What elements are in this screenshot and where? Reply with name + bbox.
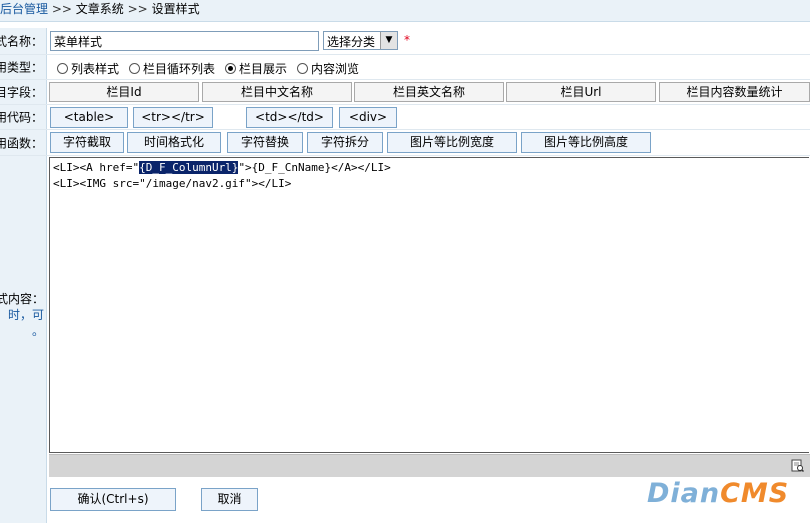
editor-status-bar bbox=[49, 454, 810, 477]
style-type-label-cell: 用类型： bbox=[0, 55, 47, 79]
func-replace-button[interactable]: 字符替换 bbox=[227, 132, 303, 153]
radio-circle-icon[interactable] bbox=[129, 63, 140, 74]
fields-label: 目字段： bbox=[0, 85, 43, 100]
func-time-format-button[interactable]: 时间格式化 bbox=[127, 132, 221, 153]
style-name-label-cell: 式名称： bbox=[0, 28, 47, 54]
content-hint-line2: 。 bbox=[31, 324, 44, 338]
code-line-2: <LI><IMG src="/image/nav2.gif"></LI> bbox=[53, 177, 292, 190]
content-label: 式内容： bbox=[0, 292, 44, 306]
field-column-en-name-button[interactable]: 栏目英文名称 bbox=[354, 82, 504, 102]
breadcrumb-separator: >> bbox=[51, 2, 72, 16]
style-type-row: 用类型： 列表样式 栏目循环列表 栏目展示 内容浏览 bbox=[0, 55, 810, 79]
radio-label: 栏目循环列表 bbox=[143, 62, 216, 76]
content-label-cell: 式内容： 时，可 。 bbox=[0, 156, 47, 479]
selected-text: {D_F_ColumnUrl} bbox=[139, 161, 239, 174]
radio-label: 内容浏览 bbox=[311, 62, 360, 76]
style-name-row: 式名称： 选择分类 ▼ * bbox=[0, 28, 810, 54]
fields-content: 栏目Id 栏目中文名称 栏目英文名称 栏目Url 栏目内容数量统计 bbox=[47, 80, 810, 104]
content-editor-cell: <LI><A href="{D_F_ColumnUrl}">{D_F_CnNam… bbox=[47, 156, 810, 479]
logo-part2: CMS bbox=[720, 478, 790, 509]
resize-icon[interactable] bbox=[791, 459, 804, 472]
chevron-down-icon[interactable]: ▼ bbox=[380, 32, 397, 49]
style-type-label: 用类型： bbox=[0, 60, 43, 75]
func-substring-button[interactable]: 字符截取 bbox=[50, 132, 124, 153]
breadcrumb-home[interactable]: 后台管理 bbox=[0, 2, 48, 16]
fields-label-cell: 目字段： bbox=[0, 80, 47, 104]
style-name-label: 式名称： bbox=[0, 34, 43, 49]
code-line-1: <LI><A href="{D_F_ColumnUrl}">{D_F_CnNam… bbox=[53, 161, 391, 174]
diancms-logo: DianCMS bbox=[647, 478, 789, 509]
style-type-content: 列表样式 栏目循环列表 栏目展示 内容浏览 bbox=[47, 55, 810, 79]
radio-column-loop-list[interactable]: 栏目循环列表 bbox=[129, 60, 215, 77]
radio-circle-icon[interactable] bbox=[297, 63, 308, 74]
breadcrumb: 后台管理 >> 文章系统 >> 设置样式 bbox=[0, 0, 810, 22]
breadcrumb-separator: >> bbox=[127, 2, 148, 16]
submit-button[interactable]: 确认(Ctrl+s) bbox=[50, 488, 176, 511]
code-text: <LI><A href=" bbox=[53, 161, 140, 174]
field-column-id-button[interactable]: 栏目Id bbox=[49, 82, 199, 102]
style-name-input[interactable] bbox=[50, 31, 319, 51]
insert-div-button[interactable]: <div> bbox=[339, 107, 397, 128]
insert-table-button[interactable]: <table> bbox=[50, 107, 128, 128]
category-select[interactable]: 选择分类 ▼ bbox=[323, 31, 398, 50]
breadcrumb-current-page: 设置样式 bbox=[151, 2, 200, 16]
radio-column-display[interactable]: 栏目展示 bbox=[225, 60, 287, 77]
fields-row: 目字段： 栏目Id 栏目中文名称 栏目英文名称 栏目Url 栏目内容数量统计 bbox=[0, 80, 810, 104]
content-label-block: 式内容： 时，可 。 bbox=[0, 291, 44, 339]
code-content: <table> <tr></tr> <td></td> <div> bbox=[47, 105, 810, 129]
code-label-cell: 用代码： bbox=[0, 105, 47, 129]
actions-label-cell bbox=[0, 479, 47, 523]
func-split-button[interactable]: 字符拆分 bbox=[307, 132, 383, 153]
code-text: ">{D_F_CnName}</A></LI> bbox=[238, 161, 391, 174]
radio-content-browse[interactable]: 内容浏览 bbox=[297, 60, 359, 77]
functions-row: 用函数： 字符截取 时间格式化 字符替换 字符拆分 图片等比例宽度 图片等比例高… bbox=[0, 130, 810, 155]
required-mark: * bbox=[404, 33, 410, 47]
radio-list-style[interactable]: 列表样式 bbox=[57, 60, 119, 77]
style-name-content: 选择分类 ▼ * bbox=[47, 28, 810, 54]
functions-label-cell: 用函数： bbox=[0, 130, 47, 155]
content-hint-line1: 时，可 bbox=[7, 308, 44, 322]
logo-part1: Dian bbox=[647, 478, 721, 509]
func-image-width-button[interactable]: 图片等比例宽度 bbox=[387, 132, 517, 153]
radio-circle-icon[interactable] bbox=[57, 63, 68, 74]
content-row: 式内容： 时，可 。 <LI><A href="{D_F_ColumnUrl}"… bbox=[0, 156, 810, 479]
radio-label: 列表样式 bbox=[71, 62, 120, 76]
functions-label: 用函数： bbox=[0, 136, 43, 150]
field-column-count-button[interactable]: 栏目内容数量统计 bbox=[659, 82, 810, 102]
category-select-value: 选择分类 bbox=[327, 35, 376, 49]
insert-tr-button[interactable]: <tr></tr> bbox=[133, 107, 213, 128]
radio-label: 栏目展示 bbox=[239, 62, 288, 76]
breadcrumb-module[interactable]: 文章系统 bbox=[76, 2, 124, 16]
radio-checked-icon[interactable] bbox=[225, 63, 236, 74]
cancel-button[interactable]: 取消 bbox=[201, 488, 258, 511]
code-row: 用代码： <table> <tr></tr> <td></td> <div> bbox=[0, 105, 810, 129]
func-image-height-button[interactable]: 图片等比例高度 bbox=[521, 132, 651, 153]
style-content-editor[interactable]: <LI><A href="{D_F_ColumnUrl}">{D_F_CnNam… bbox=[49, 157, 809, 453]
field-column-cn-name-button[interactable]: 栏目中文名称 bbox=[202, 82, 352, 102]
functions-content: 字符截取 时间格式化 字符替换 字符拆分 图片等比例宽度 图片等比例高度 bbox=[47, 130, 810, 155]
code-label: 用代码： bbox=[0, 110, 43, 125]
insert-td-button[interactable]: <td></td> bbox=[246, 107, 333, 128]
field-column-url-button[interactable]: 栏目Url bbox=[506, 82, 656, 102]
